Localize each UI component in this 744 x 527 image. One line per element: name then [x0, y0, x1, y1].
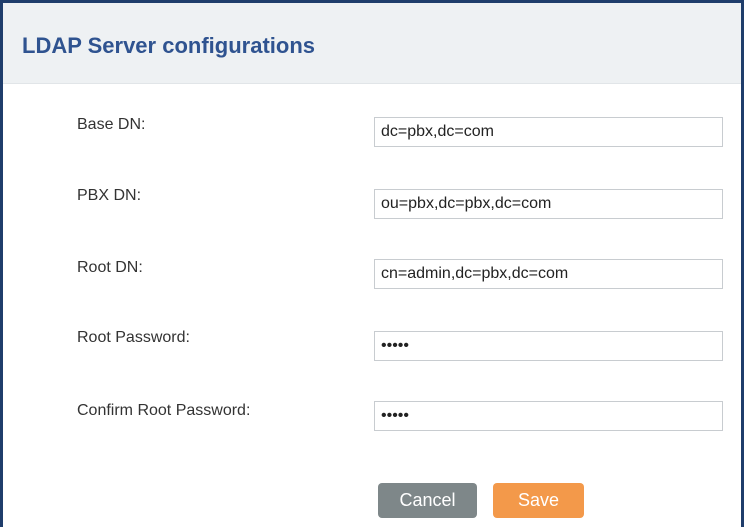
dialog-header: LDAP Server configurations	[3, 3, 741, 84]
base-dn-label: Base DN:	[77, 116, 146, 133]
ldap-config-dialog: LDAP Server configurations Base DN: PBX …	[0, 0, 744, 527]
cancel-button[interactable]: Cancel	[378, 483, 477, 518]
base-dn-input[interactable]	[374, 117, 723, 147]
root-dn-label: Root DN:	[77, 259, 143, 276]
confirm-root-password-label: Confirm Root Password:	[77, 402, 251, 419]
save-button[interactable]: Save	[493, 483, 584, 518]
root-password-input[interactable]	[374, 331, 723, 361]
root-dn-input[interactable]	[374, 259, 723, 289]
pbx-dn-input[interactable]	[374, 189, 723, 219]
root-password-label: Root Password:	[77, 329, 190, 346]
pbx-dn-label: PBX DN:	[77, 187, 142, 204]
confirm-root-password-input[interactable]	[374, 401, 723, 431]
dialog-title: LDAP Server configurations	[22, 33, 315, 58]
